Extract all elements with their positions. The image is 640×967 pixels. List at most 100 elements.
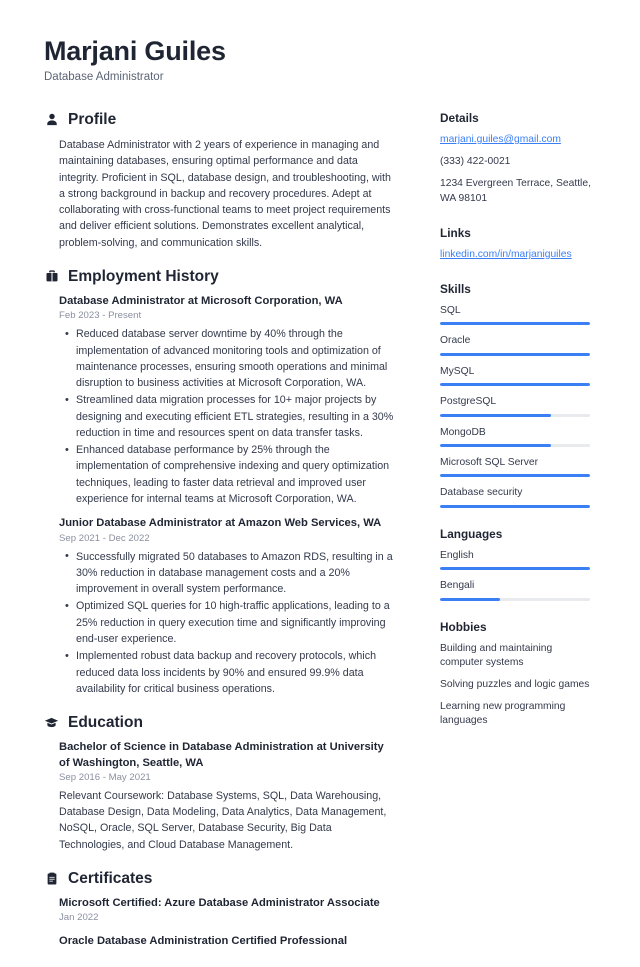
skill-progress-track [440, 443, 590, 447]
section-education: Education Bachelor of Science in Databas… [44, 714, 396, 853]
employment-entry-date: Sep 2021 - Dec 2022 [59, 532, 150, 544]
list-item: Reduced database server downtime by 40% … [65, 326, 396, 391]
skill-progress-fill [440, 352, 590, 356]
section-education-title: Education [68, 714, 143, 732]
skill-label: Database security [440, 487, 523, 499]
skill-row: MongoDB [440, 426, 592, 447]
skill-label: SQL [440, 305, 461, 317]
employment-entry: Junior Database Administrator at Amazon … [59, 516, 396, 697]
language-row: Bengali [440, 579, 592, 601]
skill-row: Microsoft SQL Server [440, 456, 592, 478]
address-text: 1234 Evergreen Terrace, Seattle, WA 9810… [440, 177, 591, 204]
language-progress-track [440, 597, 590, 601]
list-item: Optimized SQL queries for 10 high-traffi… [65, 598, 396, 647]
resume-page: Marjani Guiles Database Administrator Pr… [0, 0, 640, 947]
sidebar-links-title: Links [440, 225, 471, 240]
linkedin-link[interactable]: linkedin.com/in/marjaniguiles [440, 248, 592, 263]
hobby-item: Building and maintaining computer system… [440, 642, 553, 669]
sidebar-links: Links linkedin.com/in/marjaniguiles [440, 226, 592, 263]
resume-header: Marjani Guiles Database Administrator [44, 36, 596, 85]
section-employment-body: Database Administrator at Microsoft Corp… [44, 294, 396, 697]
skill-label: PostgreSQL [440, 396, 497, 408]
section-employment-title: Employment History [68, 267, 219, 285]
language-label: English [440, 549, 474, 561]
skill-progress-fill [440, 322, 590, 326]
skill-progress-track [440, 474, 590, 478]
section-certificates-title: Certificates [68, 869, 153, 887]
list-item: Streamlined data migration processes for… [65, 392, 396, 441]
employment-entry-title: Database Administrator at Microsoft Corp… [59, 294, 343, 307]
section-profile: Profile Database Administrator with 2 ye… [44, 111, 396, 251]
sidebar-skills-title: Skills [440, 281, 471, 296]
list-item: Implemented robust data backup and recov… [65, 648, 396, 697]
hobby-item: Learning new programming languages [440, 700, 566, 727]
education-entry-description: Relevant Coursework: Database Systems, S… [59, 789, 387, 851]
certificate-entry-date: Jan 2022 [59, 912, 99, 924]
main-column: Profile Database Administrator with 2 ye… [44, 111, 396, 967]
language-progress-track [440, 567, 590, 571]
certificate-entry-title: Microsoft Certified: Azure Database Admi… [59, 897, 380, 910]
skill-row: Database security [440, 486, 592, 508]
hobby-item: Solving puzzles and logic games [440, 678, 590, 690]
skill-row: Oracle [440, 334, 592, 356]
sidebar-languages: Languages English Bengali [440, 527, 592, 601]
skill-progress-track [440, 352, 590, 356]
skill-progress-track [440, 383, 590, 387]
skill-row: MySQL [440, 365, 592, 387]
certificate-entry: Oracle Database Administration Certified… [59, 934, 396, 949]
certificate-entry: Microsoft Certified: Azure Database Admi… [59, 896, 396, 925]
person-icon [44, 112, 59, 127]
skill-label: Microsoft SQL Server [440, 456, 539, 468]
section-profile-body: Database Administrator with 2 years of e… [44, 137, 396, 251]
skill-label: MySQL [440, 365, 475, 377]
sidebar-languages-title: Languages [440, 526, 503, 541]
candidate-job-title: Database Administrator [44, 71, 164, 84]
profile-text: Database Administrator with 2 years of e… [59, 139, 391, 249]
skill-progress-fill [440, 413, 551, 417]
email-link[interactable]: marjani.guiles@gmail.com [440, 133, 592, 148]
skill-row: PostgreSQL [440, 395, 592, 417]
skill-label: Oracle [440, 335, 471, 347]
language-label: Bengali [440, 580, 475, 592]
section-profile-header: Profile [44, 111, 396, 128]
education-entry: Bachelor of Science in Database Administ… [59, 740, 396, 853]
section-employment-header: Employment History [44, 268, 396, 285]
skill-progress-fill [440, 443, 551, 447]
section-profile-title: Profile [68, 110, 117, 128]
employment-entry-bullets: Successfully migrated 50 databases to Am… [59, 548, 396, 697]
phone-text: (333) 422-0021 [440, 156, 511, 168]
sidebar-hobbies: Hobbies Building and maintaining compute… [440, 620, 592, 729]
section-employment: Employment History Database Administrato… [44, 268, 396, 697]
sidebar-column: Details marjani.guiles@gmail.com (333) 4… [440, 111, 592, 748]
education-entry-date: Sep 2016 - May 2021 [59, 771, 151, 783]
sidebar-skills: Skills SQL Oracle MySQL PostgreSQL Mongo… [440, 282, 592, 508]
sidebar-hobbies-title: Hobbies [440, 619, 487, 634]
section-education-body: Bachelor of Science in Database Administ… [44, 740, 396, 853]
sidebar-details: Details marjani.guiles@gmail.com (333) 4… [440, 111, 592, 207]
section-certificates-body: Microsoft Certified: Azure Database Admi… [44, 896, 396, 950]
skill-progress-fill [440, 474, 590, 478]
graduation-cap-icon [44, 715, 59, 730]
candidate-name: Marjani Guiles [44, 36, 226, 66]
skill-progress-track [440, 413, 590, 417]
language-progress-fill [440, 567, 590, 571]
section-education-header: Education [44, 714, 396, 731]
education-entry-title: Bachelor of Science in Database Administ… [59, 741, 384, 769]
certificate-icon [44, 871, 59, 886]
resume-columns: Profile Database Administrator with 2 ye… [44, 111, 596, 967]
section-certificates: Certificates Microsoft Certified: Azure … [44, 870, 396, 950]
skill-progress-track [440, 322, 590, 326]
skill-label: MongoDB [440, 426, 486, 438]
language-row: English [440, 549, 592, 571]
skill-progress-fill [440, 504, 590, 508]
skill-row: SQL [440, 304, 592, 326]
briefcase-icon [44, 269, 59, 284]
employment-entry: Database Administrator at Microsoft Corp… [59, 294, 396, 507]
skill-progress-track [440, 504, 590, 508]
employment-entry-title: Junior Database Administrator at Amazon … [59, 517, 382, 530]
list-item: Enhanced database performance by 25% thr… [65, 442, 396, 507]
list-item: Successfully migrated 50 databases to Am… [65, 548, 396, 598]
employment-entry-date: Feb 2023 - Present [59, 310, 142, 322]
certificate-entry-title: Oracle Database Administration Certified… [59, 935, 348, 948]
language-progress-fill [440, 597, 500, 601]
